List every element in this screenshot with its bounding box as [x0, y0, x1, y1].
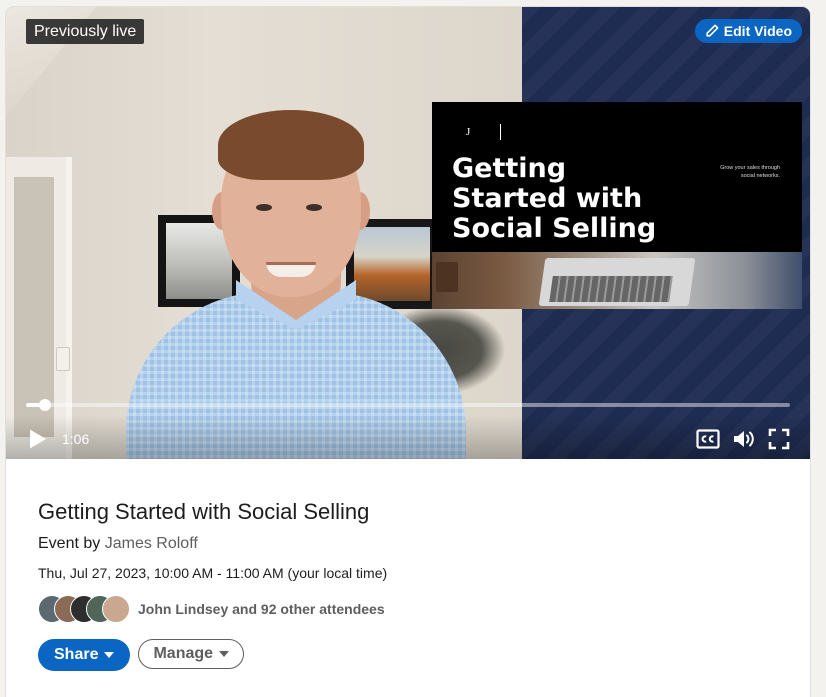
share-button[interactable]: Share — [38, 639, 131, 671]
video-controls: 1:06 — [6, 415, 810, 459]
manage-label: Manage — [153, 645, 214, 662]
edit-video-label: Edit Video — [723, 23, 792, 39]
play-icon[interactable] — [28, 428, 48, 450]
slide-divider — [500, 124, 501, 140]
attendees-row[interactable]: John Lindsey and 92 other attendees — [38, 595, 385, 623]
event-title: Getting Started with Social Selling — [38, 499, 370, 524]
attendee-avatars[interactable] — [38, 595, 130, 623]
video-background-switch — [56, 347, 70, 371]
presentation-slide: J Getting Started with Social Selling Gr… — [432, 102, 802, 309]
volume-icon[interactable] — [732, 428, 756, 450]
event-card: J Getting Started with Social Selling Gr… — [6, 7, 810, 697]
event-host-link[interactable]: James Roloff — [105, 535, 198, 552]
event-by-prefix: Event by — [38, 535, 101, 552]
manage-button[interactable]: Manage — [138, 639, 245, 669]
avatar — [102, 595, 130, 623]
previously-live-badge: Previously live — [26, 19, 145, 44]
event-organizer: Event by James Roloff — [38, 535, 198, 553]
caret-down-icon — [104, 652, 115, 658]
video-background-door — [6, 157, 72, 459]
event-actions: Share Manage — [38, 639, 245, 671]
caret-down-icon — [219, 651, 230, 657]
edit-video-button[interactable]: Edit Video — [694, 19, 802, 43]
event-time: Thu, Jul 27, 2023, 10:00 AM - 11:00 AM (… — [38, 565, 388, 581]
slide-tagline: Grow your sales through social networks. — [720, 165, 780, 179]
video-progress-handle[interactable] — [39, 399, 52, 411]
slide-title: Getting Started with Social Selling — [452, 153, 657, 244]
video-current-time: 1:06 — [62, 431, 90, 447]
closed-captions-icon[interactable] — [696, 429, 720, 449]
share-label: Share — [54, 646, 99, 663]
video-player[interactable]: J Getting Started with Social Selling Gr… — [6, 7, 810, 459]
attendees-link[interactable]: John Lindsey and 92 other attendees — [138, 601, 385, 617]
slide-photo — [432, 252, 802, 309]
pencil-icon — [706, 24, 719, 37]
slide-logo: J — [466, 126, 471, 138]
video-progress-bar[interactable] — [26, 399, 790, 411]
fullscreen-icon[interactable] — [768, 428, 790, 450]
